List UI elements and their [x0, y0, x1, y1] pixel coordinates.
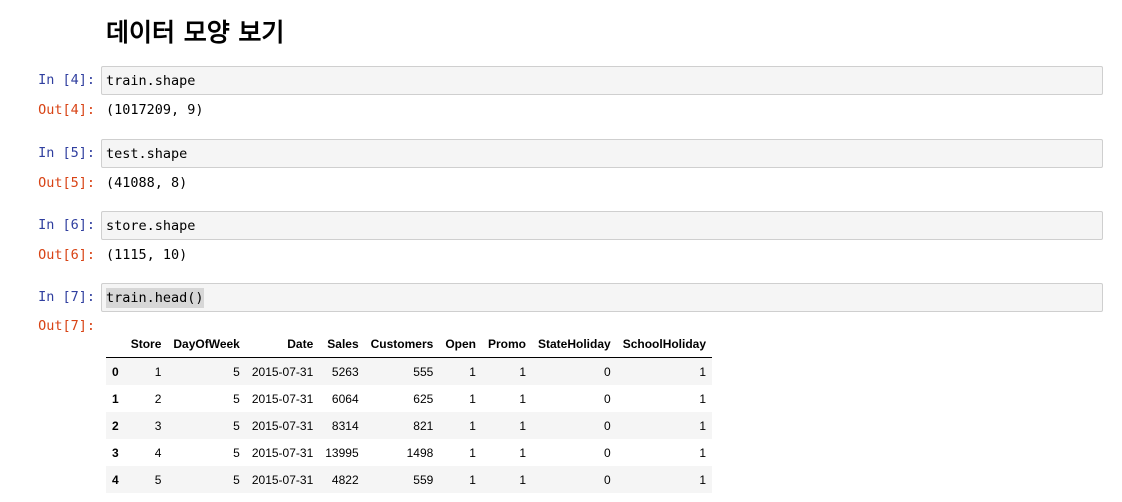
table-cell: 1 [699, 418, 707, 433]
table-cell: 1 [154, 364, 162, 379]
table-cell: 555 [413, 364, 434, 379]
out-prompt: Out[5]: [38, 175, 95, 191]
table-cell: 1 [469, 472, 476, 487]
in-prompt: In [4]: [38, 72, 95, 88]
table-cell: 1 [699, 472, 707, 487]
code-text: store.shape [106, 218, 196, 234]
table-cell: 4822 [331, 472, 359, 487]
table-cell: 5 [233, 472, 240, 487]
output-text: (41088, 8) [106, 175, 188, 191]
section-heading: 데이터 모양 보기 [106, 18, 285, 47]
table-cell: 1 [699, 445, 707, 460]
table-cell: 2015-07-31 [251, 445, 314, 460]
column-header: DayOfWeek [167, 331, 246, 358]
table-cell: 0 [604, 391, 611, 406]
table-cell: 1 [519, 472, 526, 487]
column-header: Sales [319, 331, 365, 358]
code-input-cell[interactable]: train.shape [101, 66, 1103, 95]
table-cell: 1 [699, 391, 707, 406]
table-cell: 625 [413, 391, 434, 406]
table-cell: 5263 [331, 364, 359, 379]
table-cell: 2015-07-31 [251, 364, 314, 379]
row-index: 0 [112, 364, 119, 379]
table-cell: 1 [469, 445, 476, 460]
table-row: 2 3 5 2015-07-31 8314 821 1 1 0 1 [106, 412, 713, 439]
column-header: StateHoliday [532, 331, 617, 358]
out-prompt: Out[7]: [38, 318, 95, 334]
table-row: 4 5 5 2015-07-31 4822 559 1 1 0 1 [106, 466, 713, 493]
table-row: 3 4 5 2015-07-31 13995 1498 1 1 0 1 [106, 439, 712, 466]
table-cell: 1 [519, 445, 526, 460]
column-header: Promo [481, 331, 532, 358]
output-text: (1017209, 9) [106, 102, 204, 118]
table-cell: 5 [233, 445, 240, 460]
table-cell: 559 [413, 472, 434, 487]
dataframe-table: Store DayOfWeek Date Sales Customers Ope… [106, 331, 713, 493]
table-cell: 0 [604, 364, 611, 379]
row-index: 3 [112, 445, 119, 460]
in-prompt: In [6]: [38, 217, 95, 233]
table-cell: 5 [233, 391, 240, 406]
out-prompt: Out[4]: [38, 102, 95, 118]
table-cell: 6064 [331, 391, 359, 406]
table-header-row: Store DayOfWeek Date Sales Customers Ope… [106, 331, 713, 358]
table-cell: 3 [154, 418, 162, 433]
in-prompt: In [7]: [38, 289, 95, 305]
out-prompt: Out[6]: [38, 247, 95, 263]
code-text: test.shape [106, 146, 188, 162]
code-input-cell[interactable]: store.shape [101, 211, 1103, 240]
table-cell: 1498 [406, 445, 434, 460]
column-header: Date [245, 331, 320, 358]
table-cell: 2015-07-31 [251, 472, 314, 487]
table-cell: 5 [233, 418, 240, 433]
column-header: Open [439, 331, 482, 358]
table-cell: 1 [469, 391, 476, 406]
table-cell: 8314 [331, 418, 359, 433]
column-header: Store [124, 331, 168, 358]
output-text: (1115, 10) [106, 247, 188, 263]
table-cell: 0 [604, 472, 611, 487]
column-header: Customers [364, 331, 440, 358]
row-index: 4 [112, 472, 119, 487]
table-cell: 0 [604, 445, 611, 460]
table-cell: 1 [469, 418, 476, 433]
table-cell: 1 [519, 364, 526, 379]
table-cell: 13995 [325, 445, 359, 460]
table-row: 1 2 5 2015-07-31 6064 625 1 1 0 1 [106, 385, 712, 412]
index-header [106, 331, 125, 358]
table-cell: 821 [413, 418, 434, 433]
table-cell: 1 [519, 391, 526, 406]
row-index: 1 [112, 391, 119, 406]
code-input-cell[interactable]: train.head() [101, 283, 1103, 312]
in-prompt: In [5]: [38, 145, 95, 161]
table-cell: 4 [154, 445, 162, 460]
table-cell: 1 [469, 364, 476, 379]
code-input-cell[interactable]: test.shape [101, 139, 1103, 168]
table-cell: 5 [233, 364, 240, 379]
table-cell: 5 [154, 472, 162, 487]
column-header: SchoolHoliday [616, 331, 713, 358]
table-cell: 2015-07-31 [251, 391, 314, 406]
table-cell: 1 [699, 364, 707, 379]
table-cell: 0 [604, 418, 611, 433]
code-text: train.head() [106, 288, 204, 308]
table-cell: 1 [519, 418, 526, 433]
table-cell: 2015-07-31 [251, 418, 314, 433]
row-index: 2 [112, 418, 119, 433]
table-row: 0 1 5 2015-07-31 5263 555 1 1 0 1 [106, 357, 713, 385]
table-cell: 2 [154, 391, 162, 406]
code-text: train.shape [106, 73, 196, 89]
